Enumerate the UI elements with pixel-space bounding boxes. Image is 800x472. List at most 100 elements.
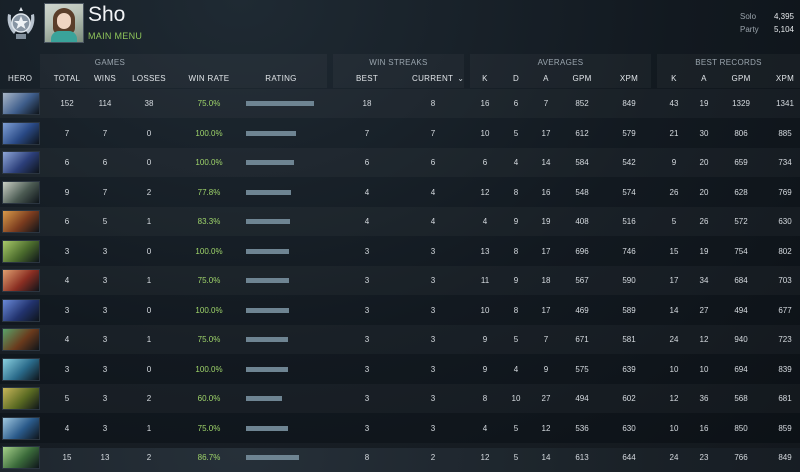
losses-cell: 1 bbox=[146, 423, 152, 433]
col-streak-best[interactable]: BEST bbox=[350, 74, 384, 83]
table-row[interactable]: 3 3 0 100.0% 3 3 9 4 9 575 639 10 10 694 839 bbox=[0, 355, 800, 384]
record-xpm-cell: 681 bbox=[778, 394, 792, 403]
record-gpm-cell: 572 bbox=[734, 217, 748, 226]
total-cell: 5 bbox=[64, 394, 70, 403]
col-hero[interactable]: HERO bbox=[8, 74, 32, 83]
total-cell: 9 bbox=[64, 187, 70, 197]
rating-bar bbox=[246, 337, 318, 342]
table-row[interactable]: 7 7 0 100.0% 7 7 10 5 17 612 579 21 30 806 885 bbox=[0, 119, 800, 148]
record-assists-cell: 34 bbox=[699, 276, 709, 285]
record-assists-cell: 12 bbox=[699, 335, 709, 344]
avg-kills-cell: 6 bbox=[482, 158, 488, 167]
avg-assists-cell: 12 bbox=[541, 423, 551, 433]
hero-portrait-icon[interactable] bbox=[2, 357, 40, 381]
col-avg-k[interactable]: K bbox=[474, 74, 496, 83]
avg-kills-cell: 10 bbox=[480, 128, 490, 138]
rating-bar bbox=[246, 366, 318, 372]
col-rec-xpm[interactable]: XPM bbox=[768, 74, 800, 83]
col-streak-current[interactable]: CURRENT ⌄ bbox=[412, 74, 464, 83]
avg-xpm-cell: 644 bbox=[622, 453, 636, 462]
main-menu-link[interactable]: MAIN MENU bbox=[88, 31, 142, 41]
table-row[interactable]: 4 3 1 75.0% 3 3 11 9 18 567 590 17 34 684 703 bbox=[0, 266, 800, 295]
avg-assists-cell: 17 bbox=[541, 305, 551, 315]
col-avg-d[interactable]: D bbox=[505, 74, 527, 83]
hero-portrait-icon[interactable] bbox=[2, 416, 40, 440]
table-row[interactable]: 15 13 2 86.7% 8 2 12 5 14 613 644 24 23 766 849 bbox=[0, 443, 800, 472]
wins-cell: 3 bbox=[102, 305, 108, 315]
solo-mmr: Solo 4,395 bbox=[740, 12, 794, 21]
averages-group-title: AVERAGES bbox=[537, 58, 584, 67]
record-gpm-cell: 850 bbox=[734, 423, 748, 433]
rating-bar-fill bbox=[246, 455, 299, 460]
avg-xpm-cell: 590 bbox=[622, 276, 636, 285]
hero-portrait-icon[interactable] bbox=[2, 210, 40, 233]
wins-cell: 13 bbox=[100, 453, 110, 462]
col-wins[interactable]: WINS bbox=[88, 74, 122, 83]
hero-portrait-icon[interactable] bbox=[2, 151, 40, 174]
table-row[interactable]: 4 3 1 75.0% 3 3 9 5 7 671 581 24 12 940 723 bbox=[0, 325, 800, 354]
hero-portrait-icon[interactable] bbox=[2, 298, 40, 322]
avg-deaths-cell: 8 bbox=[513, 187, 519, 197]
rating-bar-fill bbox=[246, 101, 314, 106]
col-total[interactable]: TOTAL bbox=[48, 74, 86, 83]
rating-bar bbox=[246, 189, 318, 195]
rating-bar-fill bbox=[246, 425, 288, 431]
avg-gpm-cell: 494 bbox=[575, 394, 589, 403]
losses-cell: 2 bbox=[146, 187, 152, 197]
rating-bar-fill bbox=[246, 278, 289, 283]
avatar[interactable] bbox=[44, 3, 84, 43]
table-row[interactable]: 9 7 2 77.8% 4 4 12 8 16 548 574 26 20 628 769 bbox=[0, 178, 800, 207]
avg-assists-cell: 16 bbox=[541, 187, 551, 197]
rating-bar-fill bbox=[246, 396, 282, 401]
avg-gpm-cell: 575 bbox=[575, 364, 589, 374]
hero-portrait-icon[interactable] bbox=[2, 92, 40, 115]
avg-kills-cell: 8 bbox=[482, 394, 488, 403]
table-row[interactable]: 3 3 0 100.0% 3 3 13 8 17 696 746 15 19 754 802 bbox=[0, 237, 800, 266]
hero-portrait-icon[interactable] bbox=[2, 239, 40, 263]
avg-xpm-cell: 746 bbox=[622, 246, 636, 256]
wins-cell: 7 bbox=[102, 187, 108, 197]
col-rec-k[interactable]: K bbox=[663, 74, 685, 83]
avg-gpm-cell: 671 bbox=[575, 335, 589, 344]
table-row[interactable]: 6 5 1 83.3% 4 4 4 9 19 408 516 5 26 572 630 bbox=[0, 207, 800, 236]
hero-portrait-icon[interactable] bbox=[2, 180, 40, 204]
col-rec-gpm[interactable]: GPM bbox=[724, 74, 758, 83]
col-avg-gpm[interactable]: GPM bbox=[564, 74, 600, 83]
avg-deaths-cell: 8 bbox=[513, 246, 519, 256]
table-row[interactable]: 152 114 38 75.0% 18 8 16 6 7 852 849 43 19 1329 1341 bbox=[0, 89, 800, 118]
table-row[interactable]: 6 6 0 100.0% 6 6 6 4 14 584 542 9 20 659 734 bbox=[0, 148, 800, 177]
streak-best-cell: 3 bbox=[364, 394, 370, 403]
table-row[interactable]: 5 3 2 60.0% 3 3 8 10 27 494 602 12 36 568 681 bbox=[0, 384, 800, 413]
avg-gpm-cell: 612 bbox=[575, 128, 589, 138]
table-row[interactable]: 4 3 1 75.0% 3 3 4 5 12 536 630 10 16 850 859 bbox=[0, 414, 800, 443]
win-rate-cell: 100.0% bbox=[195, 128, 223, 138]
losses-cell: 0 bbox=[146, 158, 152, 167]
record-kills-cell: 24 bbox=[669, 453, 679, 462]
avg-deaths-cell: 4 bbox=[513, 158, 519, 167]
hero-portrait-icon[interactable] bbox=[2, 387, 40, 410]
rating-bar-fill bbox=[246, 189, 291, 195]
hero-portrait-icon[interactable] bbox=[2, 328, 40, 351]
avg-deaths-cell: 9 bbox=[513, 276, 519, 285]
hero-portrait-icon[interactable] bbox=[2, 121, 40, 145]
col-avg-a[interactable]: A bbox=[535, 74, 557, 83]
hero-portrait-icon[interactable] bbox=[2, 269, 40, 292]
hero-portrait-icon[interactable] bbox=[2, 446, 40, 469]
col-losses[interactable]: LOSSES bbox=[128, 74, 170, 83]
table-row[interactable]: 3 3 0 100.0% 3 3 10 8 17 469 589 14 27 494 677 bbox=[0, 296, 800, 325]
col-rating[interactable]: RATING bbox=[256, 74, 306, 83]
wins-cell: 3 bbox=[102, 423, 108, 433]
rating-bar-fill bbox=[246, 248, 289, 254]
rating-bar bbox=[246, 130, 318, 136]
wins-cell: 3 bbox=[102, 335, 108, 344]
col-rec-a[interactable]: A bbox=[693, 74, 715, 83]
record-assists-cell: 20 bbox=[699, 187, 709, 197]
player-name: Sho bbox=[88, 3, 126, 26]
mmr-panel: Solo 4,395 Party 5,104 bbox=[740, 10, 794, 36]
avg-xpm-cell: 602 bbox=[622, 394, 636, 403]
col-avg-xpm[interactable]: XPM bbox=[612, 74, 646, 83]
streak-current-cell: 3 bbox=[430, 246, 436, 256]
total-cell: 152 bbox=[60, 99, 74, 108]
losses-cell: 0 bbox=[146, 364, 152, 374]
col-win-rate[interactable]: WIN RATE bbox=[184, 74, 234, 83]
